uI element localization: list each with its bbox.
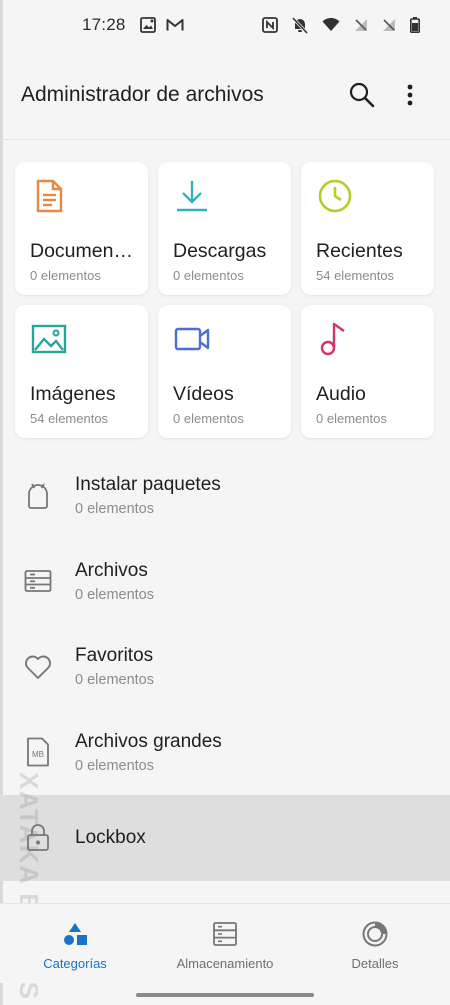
more-vertical-icon <box>407 84 413 105</box>
details-icon <box>362 921 388 947</box>
category-count: 0 elementos <box>173 411 244 426</box>
battery-icon <box>410 17 420 33</box>
categories-icon <box>64 923 87 945</box>
no-signal-icon-1 <box>354 18 368 32</box>
search-button[interactable] <box>342 75 382 115</box>
archive-icon <box>23 566 53 596</box>
svg-text:MB: MB <box>32 750 44 759</box>
bottom-navigation: Categorías Almacenamiento Detalles <box>0 903 450 983</box>
list-item-title: Lockbox <box>75 826 146 848</box>
category-title: Documen… <box>30 240 133 262</box>
list-item-title: Archivos grandes <box>75 730 222 752</box>
list-item-title: Instalar paquetes <box>75 474 221 496</box>
nfc-icon <box>262 17 278 33</box>
category-card-downloads[interactable]: Descargas 0 elementos <box>158 162 291 295</box>
category-title: Imágenes <box>30 383 116 405</box>
gallery-notification-icon <box>139 17 156 33</box>
music-note-icon <box>320 322 345 356</box>
category-title: Descargas <box>173 240 267 262</box>
nav-label: Almacenamiento <box>176 956 274 971</box>
download-icon <box>177 181 207 212</box>
app-bar: Administrador de archivos <box>0 50 450 140</box>
list-item-title: Favoritos <box>75 645 154 667</box>
category-grid: Documen… 0 elementos Descargas 0 element… <box>15 162 435 438</box>
list-item-favorites[interactable]: Favoritos 0 elementos <box>0 624 450 710</box>
category-count: 54 elementos <box>316 268 395 283</box>
category-card-documents[interactable]: Documen… 0 elementos <box>15 162 148 295</box>
video-icon <box>174 327 210 351</box>
list-item-count: 0 elementos <box>75 672 154 689</box>
search-icon <box>349 82 375 107</box>
list-item-lockbox[interactable]: Lockbox <box>0 795 450 881</box>
status-time: 17:28 <box>82 15 126 34</box>
category-count: 0 elementos <box>316 411 387 426</box>
mute-notifications-icon <box>292 16 308 34</box>
no-signal-icon-2 <box>382 18 396 32</box>
folder-list: Instalar paquetes 0 elementos Archivos 0… <box>0 453 450 881</box>
document-icon <box>36 179 63 213</box>
category-count: 0 elementos <box>173 268 244 283</box>
nav-tab-details[interactable]: Detalles <box>300 904 450 983</box>
nav-tab-categories[interactable]: Categorías <box>0 904 150 983</box>
list-item-count: 0 elementos <box>75 501 154 518</box>
home-indicator[interactable] <box>136 993 314 997</box>
list-item-large-files[interactable]: MB Archivos grandes 0 elementos <box>0 710 450 796</box>
heart-icon <box>23 652 53 682</box>
category-card-images[interactable]: Imágenes 54 elementos <box>15 305 148 438</box>
category-title: Vídeos <box>173 383 234 405</box>
category-card-recent[interactable]: Recientes 54 elementos <box>301 162 434 295</box>
category-count: 0 elementos <box>30 268 101 283</box>
list-item-archives[interactable]: Archivos 0 elementos <box>0 539 450 625</box>
list-item-title: Archivos <box>75 559 148 581</box>
category-card-audio[interactable]: Audio 0 elementos <box>301 305 434 438</box>
category-title: Audio <box>316 383 366 405</box>
nav-label: Categorías <box>43 956 107 971</box>
gmail-notification-icon <box>166 18 184 32</box>
image-icon <box>31 324 67 354</box>
category-card-videos[interactable]: Vídeos 0 elementos <box>158 305 291 438</box>
list-item-count: 0 elementos <box>75 586 154 603</box>
category-count: 54 elementos <box>30 411 109 426</box>
category-title: Recientes <box>316 240 403 262</box>
status-bar: 17:28 <box>0 0 450 50</box>
clock-icon <box>318 179 352 213</box>
android-icon <box>23 481 53 511</box>
wifi-icon <box>322 18 340 32</box>
list-item-install-packages[interactable]: Instalar paquetes 0 elementos <box>0 453 450 539</box>
more-options-button[interactable] <box>390 75 430 115</box>
storage-icon <box>213 922 237 946</box>
nav-label: Detalles <box>351 956 399 971</box>
nav-tab-storage[interactable]: Almacenamiento <box>150 904 300 983</box>
list-item-count: 0 elementos <box>75 757 154 774</box>
page-title: Administrador de archivos <box>21 82 264 106</box>
large-file-icon: MB <box>23 737 53 767</box>
